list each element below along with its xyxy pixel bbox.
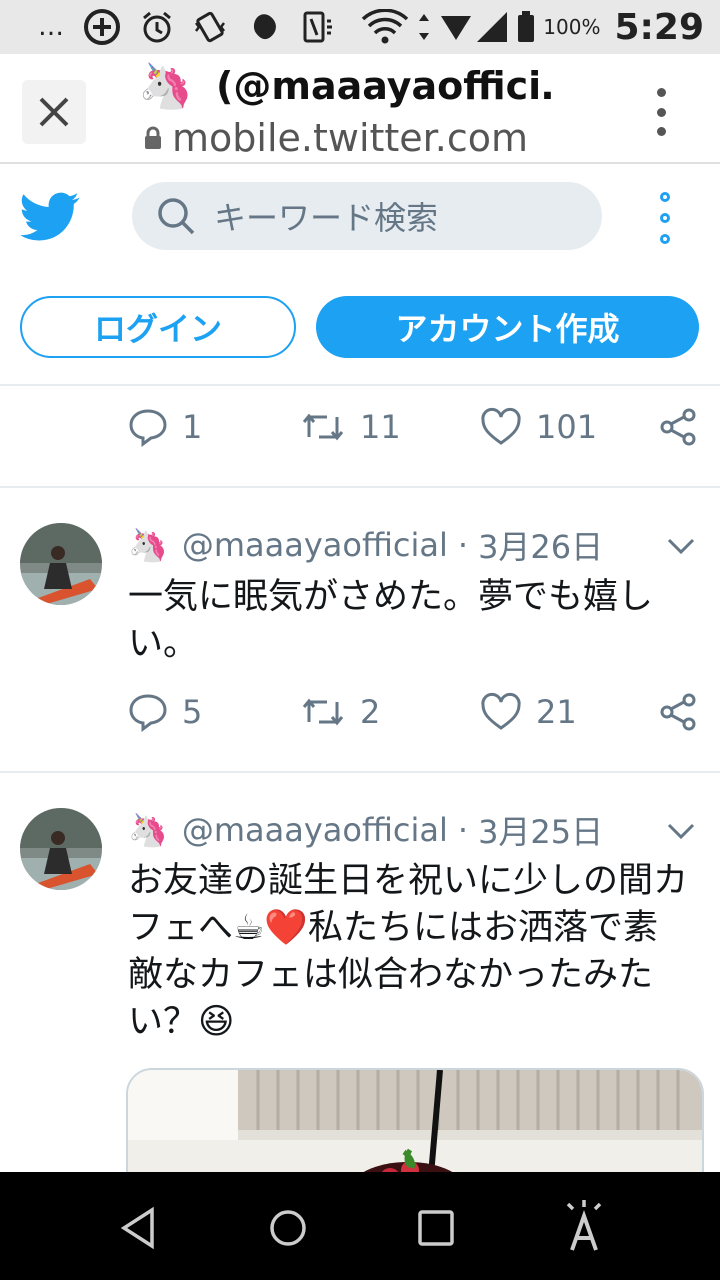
like-count: 21 bbox=[536, 693, 577, 731]
like-button[interactable]: 101 bbox=[480, 397, 597, 457]
reply-icon bbox=[129, 409, 167, 447]
tweet-header: 🦄 @maaayaofficial · 3月26日 bbox=[128, 522, 603, 568]
navigation-bar bbox=[0, 1172, 720, 1280]
wifi-icon bbox=[361, 9, 409, 45]
reply-button[interactable]: 5 bbox=[128, 682, 202, 742]
cellular-signal-icon bbox=[439, 10, 509, 44]
retweet-count: 11 bbox=[360, 408, 401, 446]
twitter-header: キーワード検索 ログイン アカウント作成 bbox=[0, 164, 720, 386]
data-saver-icon bbox=[82, 7, 122, 47]
share-button[interactable] bbox=[658, 397, 698, 457]
home-button[interactable] bbox=[268, 1206, 308, 1254]
retweet-button[interactable]: 2 bbox=[300, 682, 380, 742]
heart-icon bbox=[481, 407, 521, 445]
share-icon bbox=[660, 693, 696, 731]
chevron-down-icon[interactable] bbox=[666, 821, 696, 845]
tweet-divider bbox=[0, 486, 720, 488]
unicorn-emoji: 🦄 bbox=[128, 811, 168, 849]
more-options-button[interactable] bbox=[654, 192, 676, 244]
avatar[interactable] bbox=[20, 523, 102, 605]
search-icon bbox=[156, 196, 196, 236]
tweet-divider bbox=[0, 771, 720, 773]
like-count: 101 bbox=[536, 408, 598, 446]
vibrate-icon bbox=[192, 9, 228, 45]
back-icon bbox=[120, 1206, 154, 1250]
search-input[interactable]: キーワード検索 bbox=[132, 182, 602, 250]
accessibility-button[interactable] bbox=[562, 1198, 606, 1258]
reply-count: 5 bbox=[182, 693, 203, 731]
recents-button[interactable] bbox=[416, 1206, 456, 1254]
retweet-button[interactable]: 11 bbox=[300, 397, 401, 457]
battery-percentage: 100% bbox=[543, 15, 601, 39]
separator: · bbox=[457, 811, 469, 849]
status-bar: … 100% 5:29 bbox=[0, 0, 720, 54]
reply-count: 1 bbox=[182, 408, 203, 446]
tweet-date[interactable]: 3月25日 bbox=[478, 807, 603, 853]
close-tab-button[interactable] bbox=[22, 80, 86, 144]
signup-button[interactable]: アカウント作成 bbox=[316, 296, 699, 358]
tweet-actions: 1 11 101 bbox=[128, 397, 700, 457]
like-button[interactable]: 21 bbox=[480, 682, 577, 742]
tweet-header: 🦄 @maaayaofficial · 3月25日 bbox=[128, 807, 603, 853]
tweet-date[interactable]: 3月26日 bbox=[478, 522, 603, 568]
page-title: (@maaayaoffici… bbox=[216, 64, 556, 108]
twitter-bird-icon[interactable] bbox=[20, 192, 80, 246]
recents-icon bbox=[418, 1210, 454, 1246]
search-placeholder: キーワード検索 bbox=[214, 199, 439, 237]
home-icon bbox=[270, 1210, 306, 1246]
reply-button[interactable]: 1 bbox=[128, 397, 202, 457]
alarm-icon bbox=[140, 10, 174, 44]
notification-dots: … bbox=[38, 12, 64, 42]
clock-time: 5:29 bbox=[614, 6, 704, 48]
unicorn-emoji: 🦄 bbox=[128, 526, 168, 564]
nfc-icon bbox=[300, 9, 336, 45]
separator: · bbox=[457, 526, 469, 564]
tweet-handle[interactable]: @maaayaofficial bbox=[182, 811, 448, 849]
accessibility-icon bbox=[566, 1200, 602, 1251]
battery-icon bbox=[517, 11, 535, 43]
heart-icon bbox=[481, 692, 521, 730]
share-button[interactable] bbox=[658, 682, 698, 742]
share-icon bbox=[660, 408, 696, 446]
reply-icon bbox=[129, 694, 167, 732]
retweet-count: 2 bbox=[360, 693, 381, 731]
avatar[interactable] bbox=[20, 808, 102, 890]
hand-icon bbox=[246, 9, 282, 45]
browser-menu-button[interactable] bbox=[644, 88, 678, 136]
tweet-actions: 5 2 21 bbox=[128, 682, 700, 742]
back-button[interactable] bbox=[118, 1206, 158, 1254]
tweet-handle[interactable]: @maaayaofficial bbox=[182, 526, 448, 564]
retweet-icon bbox=[302, 413, 344, 441]
retweet-icon bbox=[302, 698, 344, 726]
tweet-text: 一気に眠気がさめた。夢でも嬉しい。 bbox=[128, 577, 654, 664]
page-favicon-emoji: 🦄 bbox=[138, 61, 193, 112]
browser-toolbar: 🦄 (@maaayaoffici… mobile.twitter.com bbox=[0, 54, 720, 164]
tweet-text: お友達の誕生日を祝いに少しの間カフェへ☕❤️私たちにはお洒落で素敵なカフェは似合… bbox=[128, 861, 689, 1042]
data-transfer-icon bbox=[417, 12, 431, 42]
page-url[interactable]: mobile.twitter.com bbox=[172, 116, 528, 160]
close-icon bbox=[39, 97, 69, 127]
lock-icon bbox=[143, 126, 163, 154]
login-button[interactable]: ログイン bbox=[20, 296, 296, 358]
chevron-down-icon[interactable] bbox=[666, 536, 696, 560]
